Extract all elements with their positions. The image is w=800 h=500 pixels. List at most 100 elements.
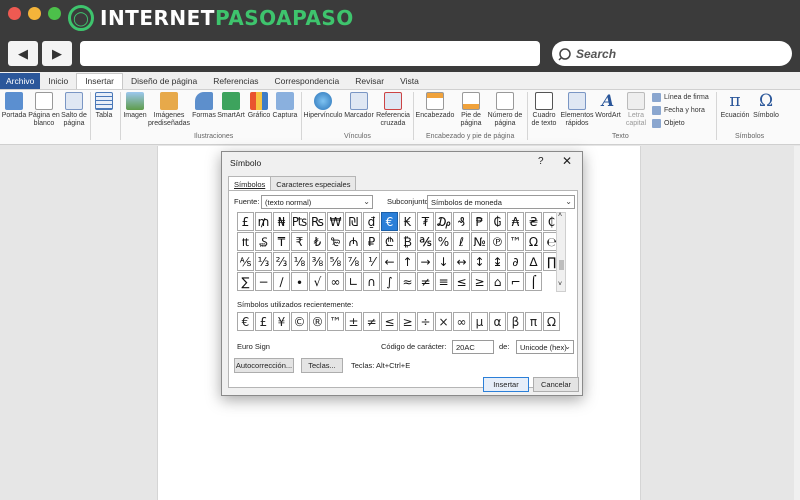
- symbol-cell[interactable]: ₥: [255, 212, 272, 231]
- symbol-cell[interactable]: ∙: [291, 272, 308, 291]
- tabla-button[interactable]: Tabla: [92, 92, 116, 120]
- symbol-cell[interactable]: ₱: [471, 212, 488, 231]
- symbol-cell[interactable]: ℓ: [453, 232, 470, 251]
- address-bar[interactable]: [80, 41, 540, 66]
- formas-button[interactable]: Formas: [192, 92, 216, 120]
- recent-symbol-cell[interactable]: β: [507, 312, 524, 331]
- symbol-cell[interactable]: ₳: [507, 212, 524, 231]
- symbol-cell[interactable]: ₨: [309, 212, 326, 231]
- imagenes-prediseñadas-button[interactable]: Imágenes prediseñadas: [148, 92, 190, 128]
- tab-revisar[interactable]: Revisar: [347, 74, 392, 89]
- search-input[interactable]: Search: [552, 41, 792, 66]
- scroll-down-icon[interactable]: ˅: [558, 281, 562, 288]
- symbol-cell[interactable]: ₧: [291, 212, 308, 231]
- captura-button[interactable]: Captura: [272, 92, 298, 120]
- codigo-input[interactable]: 20AC: [452, 340, 494, 354]
- recent-symbol-cell[interactable]: ¥: [273, 312, 290, 331]
- recent-symbol-cell[interactable]: ≥: [399, 312, 416, 331]
- symbol-cell[interactable]: ⌠: [525, 272, 542, 291]
- symbol-cell[interactable]: ₸: [273, 232, 290, 251]
- symbol-cell[interactable]: ₼: [345, 232, 362, 251]
- ecuacion-button[interactable]: π Ecuación: [718, 92, 752, 120]
- symbol-cell[interactable]: ↔: [453, 252, 470, 271]
- symbol-cell[interactable]: →: [417, 252, 434, 271]
- recent-symbol-cell[interactable]: ∞: [453, 312, 470, 331]
- symbol-cell[interactable]: ₮: [417, 212, 434, 231]
- tab-inicio[interactable]: Inicio: [40, 74, 76, 89]
- symbol-cell[interactable]: ₻: [327, 232, 344, 251]
- recent-symbol-cell[interactable]: ≠: [363, 312, 380, 331]
- symbol-cell[interactable]: ←: [381, 252, 398, 271]
- document-scrollbar[interactable]: [794, 146, 800, 500]
- smartart-button[interactable]: SmartArt: [216, 92, 246, 120]
- symbol-cell[interactable]: %: [435, 232, 452, 251]
- recent-symbol-cell[interactable]: ±: [345, 312, 362, 331]
- autocorreccion-button[interactable]: Autocorrección...: [234, 358, 294, 373]
- symbol-cell[interactable]: €: [381, 212, 398, 231]
- tab-vista[interactable]: Vista: [392, 74, 427, 89]
- tab-insertar[interactable]: Insertar: [76, 73, 124, 89]
- recent-symbol-cell[interactable]: ÷: [417, 312, 434, 331]
- symbol-cell[interactable]: ₰: [453, 212, 470, 231]
- cancelar-button[interactable]: Cancelar: [533, 377, 579, 392]
- de-select[interactable]: Unicode (hex) ⌄: [516, 340, 574, 354]
- scroll-thumb[interactable]: [559, 260, 564, 270]
- symbol-cell[interactable]: ∕: [273, 272, 290, 291]
- recent-symbol-cell[interactable]: ×: [435, 312, 452, 331]
- tab-archivo[interactable]: Archivo: [0, 73, 41, 89]
- symbol-cell[interactable]: ₶: [237, 232, 254, 251]
- recent-symbol-cell[interactable]: Ω: [543, 312, 560, 331]
- recent-symbol-cell[interactable]: ©: [291, 312, 308, 331]
- tab-referencias[interactable]: Referencias: [205, 74, 266, 89]
- symbol-cell[interactable]: ₲: [489, 212, 506, 231]
- symbol-cell[interactable]: ∂: [507, 252, 524, 271]
- symbol-cell[interactable]: ⅍: [237, 252, 254, 271]
- scroll-up-icon[interactable]: ˄: [558, 212, 562, 219]
- symbol-cell[interactable]: ₫: [363, 212, 380, 231]
- symbol-cell[interactable]: ₪: [345, 212, 362, 231]
- symbol-cell[interactable]: −: [255, 272, 272, 291]
- symbol-cell[interactable]: ↑: [399, 252, 416, 271]
- symbol-cell[interactable]: ⅝: [327, 252, 344, 271]
- symbol-cell[interactable]: £: [237, 212, 254, 231]
- symbol-cell[interactable]: ∟: [345, 272, 362, 291]
- recent-symbol-cell[interactable]: µ: [471, 312, 488, 331]
- simbolo-button[interactable]: Ω Símbolo: [751, 92, 781, 120]
- back-button[interactable]: ◀: [8, 41, 38, 66]
- symbol-cell[interactable]: Ω: [525, 232, 542, 251]
- recent-symbol-cell[interactable]: £: [255, 312, 272, 331]
- symbol-cell[interactable]: ⅔: [273, 252, 290, 271]
- symbol-cell[interactable]: ≤: [453, 272, 470, 291]
- symbol-cell[interactable]: ₴: [525, 212, 542, 231]
- symbol-cell[interactable]: √: [309, 272, 326, 291]
- marcador-button[interactable]: Marcador: [343, 92, 375, 120]
- symbol-cell[interactable]: ≠: [417, 272, 434, 291]
- symbol-cell[interactable]: ≥: [471, 272, 488, 291]
- portada-button[interactable]: Portada: [2, 92, 26, 120]
- symbol-cell[interactable]: ∞: [327, 272, 344, 291]
- symbol-cell[interactable]: ⅓: [255, 252, 272, 271]
- close-dialog-button[interactable]: ✕: [562, 154, 572, 168]
- grafico-button[interactable]: Gráfico: [246, 92, 272, 120]
- symbol-cell[interactable]: ∆: [525, 252, 542, 271]
- symbol-cell[interactable]: ⌐: [507, 272, 524, 291]
- recent-symbol-cell[interactable]: ®: [309, 312, 326, 331]
- symbol-cell[interactable]: ™: [507, 232, 524, 251]
- wordart-button[interactable]: A WordArt: [593, 92, 623, 120]
- encabezado-button[interactable]: Encabezado: [415, 92, 455, 120]
- symbol-cell[interactable]: ₷: [255, 232, 272, 251]
- forward-button[interactable]: ▶: [42, 41, 72, 66]
- elementos-rapidos-button[interactable]: Elementos rápidos: [560, 92, 594, 128]
- cuadro-texto-button[interactable]: Cuadro de texto: [529, 92, 559, 128]
- symbol-cell[interactable]: ∩: [363, 272, 380, 291]
- insertar-button[interactable]: Insertar: [483, 377, 529, 392]
- imagen-button[interactable]: Imagen: [122, 92, 148, 120]
- symbol-cell[interactable]: ₩: [327, 212, 344, 231]
- recent-symbol-cell[interactable]: ≤: [381, 312, 398, 331]
- pie-pagina-button[interactable]: Pie de página: [455, 92, 487, 128]
- symbol-cell[interactable]: ₭: [399, 212, 416, 231]
- symbol-cell[interactable]: ⌂: [489, 272, 506, 291]
- symbol-cell[interactable]: ⅜: [309, 252, 326, 271]
- symbol-cell[interactable]: ₾: [381, 232, 398, 251]
- symbol-cell[interactable]: ↕: [471, 252, 488, 271]
